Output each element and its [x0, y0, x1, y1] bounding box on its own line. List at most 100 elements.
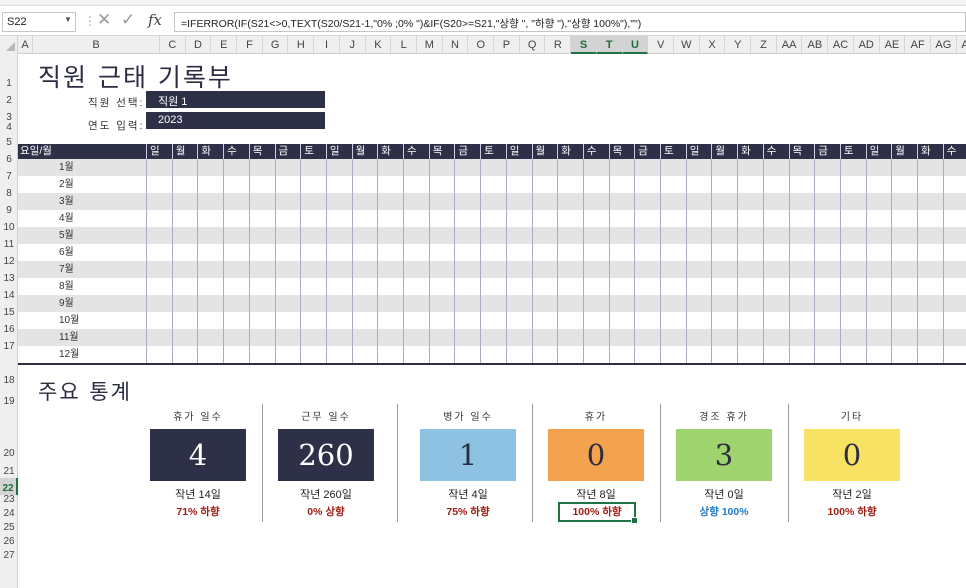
row-header-11[interactable]: 11	[0, 234, 18, 251]
stat-change[interactable]: 71% 하향	[133, 504, 263, 519]
row-header-26[interactable]: 26	[0, 534, 18, 548]
column-header-p[interactable]: P	[494, 36, 520, 54]
stat-previous-year[interactable]: 작년 4일	[403, 486, 533, 502]
stat-value[interactable]: 1	[420, 429, 516, 481]
row-header-24[interactable]: 24	[0, 506, 18, 520]
chevron-down-icon[interactable]: ▼	[64, 15, 72, 24]
row-header-2[interactable]: 2	[0, 90, 18, 107]
month-row[interactable]: 11월	[18, 329, 966, 346]
formula-input[interactable]: =IFERROR(IF(S21<>0,TEXT(S20/S21-1,"0% ;0…	[174, 12, 966, 32]
stat-previous-year[interactable]: 작년 14일	[133, 486, 263, 502]
column-header-k[interactable]: K	[366, 36, 392, 54]
check-icon[interactable]: ✓	[121, 10, 135, 30]
column-header-af[interactable]: AF	[905, 36, 931, 54]
month-row[interactable]: 10월	[18, 312, 966, 329]
column-header-n[interactable]: N	[443, 36, 469, 54]
row-header-15[interactable]: 15	[0, 302, 18, 319]
column-header-a[interactable]: A	[18, 36, 33, 54]
column-header-l[interactable]: L	[391, 36, 417, 54]
column-header-ag[interactable]: AG	[931, 36, 957, 54]
stat-previous-year[interactable]: 작년 0일	[659, 486, 789, 502]
month-row[interactable]: 1월	[18, 159, 966, 176]
column-header-s[interactable]: S	[571, 36, 597, 54]
row-header-10[interactable]: 10	[0, 217, 18, 234]
month-row[interactable]: 7월	[18, 261, 966, 278]
stat-change[interactable]: 75% 하향	[403, 504, 533, 519]
column-header-v[interactable]: V	[648, 36, 674, 54]
month-row[interactable]: 5월	[18, 227, 966, 244]
month-row[interactable]: 12월	[18, 346, 966, 363]
column-header-r[interactable]: R	[546, 36, 572, 54]
column-header-i[interactable]: I	[314, 36, 340, 54]
calendar-corner-label: 요일/월	[20, 145, 52, 157]
stat-change[interactable]: 0% 상향	[261, 504, 391, 519]
column-header-f[interactable]: F	[237, 36, 263, 54]
row-header-9[interactable]: 9	[0, 200, 18, 217]
stat-value[interactable]: 0	[804, 429, 900, 481]
column-header-t[interactable]: T	[596, 36, 623, 54]
month-row[interactable]: 8월	[18, 278, 966, 295]
row-header-23[interactable]: 23	[0, 494, 18, 506]
select-all-button[interactable]	[0, 36, 18, 54]
column-header-b[interactable]: B	[33, 36, 160, 54]
column-header-y[interactable]: Y	[725, 36, 752, 54]
column-header-w[interactable]: W	[674, 36, 700, 54]
column-header-ac[interactable]: AC	[828, 36, 854, 54]
year-input[interactable]: 2023	[146, 112, 325, 129]
column-header-o[interactable]: O	[468, 36, 495, 54]
row-header-6[interactable]: 6	[0, 149, 18, 166]
row-header-20[interactable]: 20	[0, 408, 18, 460]
column-header-q[interactable]: Q	[520, 36, 546, 54]
month-row[interactable]: 4월	[18, 210, 966, 227]
month-row[interactable]: 2월	[18, 176, 966, 193]
row-header-1[interactable]: 1	[0, 54, 18, 90]
row-header-17[interactable]: 17	[0, 336, 18, 353]
grid-divider	[660, 159, 661, 363]
stat-change[interactable]: 상향 100%	[659, 504, 789, 519]
insert-function-icon[interactable]: fx	[148, 11, 162, 29]
stat-previous-year[interactable]: 작년 8일	[531, 486, 661, 502]
column-header-aa[interactable]: AA	[777, 36, 803, 54]
row-header-27[interactable]: 27	[0, 548, 18, 562]
column-header-z[interactable]: Z	[751, 36, 777, 54]
column-header-ah[interactable]: AH	[957, 36, 966, 54]
column-header-d[interactable]: D	[186, 36, 212, 54]
column-header-j[interactable]: J	[340, 36, 366, 54]
row-header-16[interactable]: 16	[0, 319, 18, 336]
month-row[interactable]: 9월	[18, 295, 966, 312]
employee-select[interactable]: 직원 1	[146, 91, 325, 108]
stat-value[interactable]: 3	[676, 429, 772, 481]
row-header-12[interactable]: 12	[0, 251, 18, 268]
row-header-13[interactable]: 13	[0, 268, 18, 285]
row-header-5[interactable]: 5	[0, 134, 18, 149]
row-header-21[interactable]: 21	[0, 460, 18, 478]
row-header-7[interactable]: 7	[0, 166, 18, 183]
row-header-19[interactable]: 19	[0, 387, 18, 408]
column-header-c[interactable]: C	[160, 36, 186, 54]
cancel-icon[interactable]: ✕	[97, 10, 111, 30]
row-header-14[interactable]: 14	[0, 285, 18, 302]
column-header-ad[interactable]: AD	[854, 36, 880, 54]
month-row[interactable]: 6월	[18, 244, 966, 261]
month-row[interactable]: 3월	[18, 193, 966, 210]
column-header-ab[interactable]: AB	[803, 36, 829, 54]
column-header-e[interactable]: E	[211, 36, 238, 54]
stat-previous-year[interactable]: 작년 260일	[261, 486, 391, 502]
stat-value[interactable]: 4	[150, 429, 246, 481]
stat-change[interactable]: 100% 하향	[787, 504, 917, 519]
row-header-22[interactable]: 22	[0, 478, 18, 495]
row-header-4[interactable]: 4	[0, 122, 18, 134]
stat-previous-year[interactable]: 작년 2일	[787, 486, 917, 502]
column-header-h[interactable]: H	[289, 36, 315, 54]
column-header-x[interactable]: X	[700, 36, 726, 54]
column-header-ae[interactable]: AE	[880, 36, 906, 54]
column-header-m[interactable]: M	[417, 36, 443, 54]
active-cell[interactable]: 100% 하향	[558, 502, 638, 524]
row-header-18[interactable]: 18	[0, 353, 18, 387]
stat-value[interactable]: 0	[548, 429, 644, 481]
row-header-8[interactable]: 8	[0, 183, 18, 200]
column-header-g[interactable]: G	[263, 36, 289, 54]
stat-value[interactable]: 260	[278, 429, 374, 481]
column-header-u[interactable]: U	[622, 36, 649, 54]
row-header-25[interactable]: 25	[0, 520, 18, 534]
